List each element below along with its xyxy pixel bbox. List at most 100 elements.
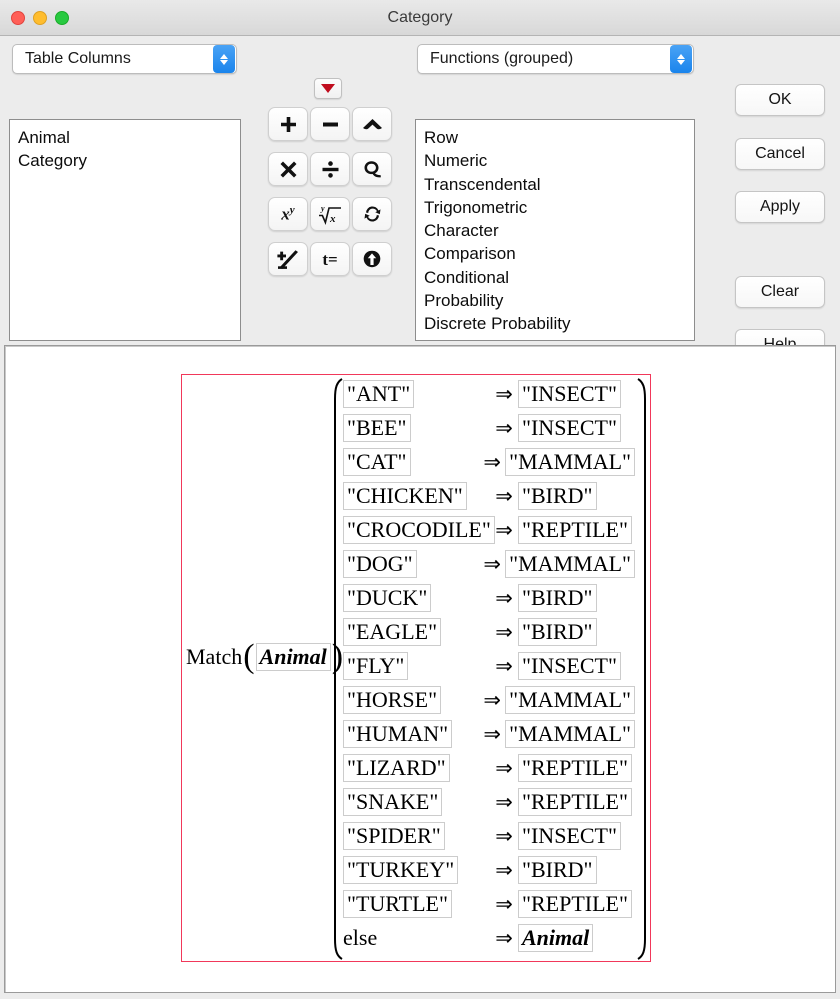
list-item[interactable]: Comparison	[424, 242, 694, 265]
source-popup-menu[interactable]: Table Columns	[12, 44, 237, 74]
condition-token[interactable]: "LIZARD"	[343, 754, 450, 782]
match-row[interactable]: "DUCK" ⇒ "BIRD"	[343, 581, 635, 615]
source-popup-label: Table Columns	[25, 50, 131, 67]
result-token[interactable]: "MAMMAL"	[505, 720, 635, 748]
match-row[interactable]: "SNAKE" ⇒ "REPTILE"	[343, 785, 635, 819]
result-token[interactable]: "INSECT"	[518, 822, 621, 850]
match-row-condition: "HUMAN"	[343, 720, 479, 748]
implies-arrow-icon: ⇒	[483, 551, 501, 576]
match-row[interactable]: "HORSE" ⇒ "MAMMAL"	[343, 683, 635, 717]
match-row-condition: "ANT"	[343, 380, 490, 408]
list-item[interactable]: Animal	[18, 126, 240, 149]
match-argument-token[interactable]: Animal	[255, 643, 331, 671]
match-row[interactable]: "FLY" ⇒ "INSECT"	[343, 649, 635, 683]
plus-minus-icon[interactable]	[268, 242, 308, 276]
list-item[interactable]: Character	[424, 219, 694, 242]
result-token[interactable]: "BIRD"	[518, 482, 597, 510]
match-row-result: "REPTILE"	[518, 788, 632, 816]
condition-token[interactable]: "CROCODILE"	[343, 516, 495, 544]
cancel-button[interactable]: Cancel	[735, 138, 825, 170]
condition-token[interactable]: "FLY"	[343, 652, 409, 680]
result-token[interactable]: "REPTILE"	[518, 754, 632, 782]
match-row[interactable]: "CHICKEN" ⇒ "BIRD"	[343, 479, 635, 513]
condition-token[interactable]: "SNAKE"	[343, 788, 443, 816]
list-item[interactable]: Conditional	[424, 266, 694, 289]
ok-button[interactable]: OK	[735, 84, 825, 116]
condition-token[interactable]: "DOG"	[343, 550, 417, 578]
nth-root-icon[interactable]: y x	[310, 197, 350, 231]
match-row-list: "ANT" ⇒ "INSECT" "BEE" ⇒ "INSECT" "CAT" ⇒ "MAMMA…	[343, 377, 635, 961]
condition-token[interactable]: "BEE"	[343, 414, 411, 442]
result-token[interactable]: "REPTILE"	[518, 516, 632, 544]
result-token[interactable]: "MAMMAL"	[505, 448, 635, 476]
match-row[interactable]: "HUMAN" ⇒ "MAMMAL"	[343, 717, 635, 751]
red-triangle-down-icon[interactable]	[314, 78, 342, 99]
match-row[interactable]: "SPIDER" ⇒ "INSECT"	[343, 819, 635, 853]
condition-token[interactable]: "DUCK"	[343, 584, 432, 612]
lasso-icon[interactable]	[352, 152, 392, 186]
condition-token[interactable]: "CAT"	[343, 448, 411, 476]
condition-token[interactable]: "TURTLE"	[343, 890, 452, 918]
category-formula-window: Category Table Columns Animal Category x…	[0, 0, 840, 999]
list-item[interactable]: Discrete Probability	[424, 312, 694, 335]
functions-group-list[interactable]: Row Numeric Transcendental Trigonometric…	[415, 119, 695, 341]
power-xy-icon[interactable]: xy	[268, 197, 308, 231]
plus-icon[interactable]	[268, 107, 308, 141]
svg-text:x: x	[329, 213, 336, 225]
match-row-result: "REPTILE"	[518, 754, 632, 782]
apply-button[interactable]: Apply	[735, 191, 825, 223]
result-token[interactable]: "INSECT"	[518, 652, 621, 680]
result-token[interactable]: "MAMMAL"	[505, 686, 635, 714]
match-row[interactable]: "TURTLE" ⇒ "REPTILE"	[343, 887, 635, 921]
match-row[interactable]: "EAGLE" ⇒ "BIRD"	[343, 615, 635, 649]
expression-selection-box[interactable]: Match ( Animal ) "ANT" ⇒ "INSECT" "BEE" ⇒ "IN…	[181, 374, 651, 962]
implies-arrow-icon: ⇒	[495, 789, 513, 814]
condition-token[interactable]: "CHICKEN"	[343, 482, 467, 510]
stepper-updown-icon[interactable]	[670, 45, 692, 73]
result-token[interactable]: "BIRD"	[518, 618, 597, 646]
clear-button[interactable]: Clear	[735, 276, 825, 308]
condition-token[interactable]: "SPIDER"	[343, 822, 445, 850]
table-columns-list[interactable]: Animal Category	[9, 119, 241, 341]
minus-icon[interactable]	[310, 107, 350, 141]
insert-arrow-icon[interactable]	[352, 242, 392, 276]
caret-up-icon[interactable]	[352, 107, 392, 141]
list-item[interactable]: Numeric	[424, 149, 694, 172]
result-token[interactable]: "REPTILE"	[518, 788, 632, 816]
list-item[interactable]: Trigonometric	[424, 196, 694, 219]
match-row[interactable]: "CAT" ⇒ "MAMMAL"	[343, 445, 635, 479]
list-item[interactable]: Transcendental	[424, 173, 694, 196]
result-token[interactable]: "BIRD"	[518, 856, 597, 884]
functions-popup-menu[interactable]: Functions (grouped)	[417, 44, 694, 74]
list-item[interactable]: Probability	[424, 289, 694, 312]
stepper-updown-icon[interactable]	[213, 45, 235, 73]
result-token[interactable]: "BIRD"	[518, 584, 597, 612]
result-token[interactable]: "MAMMAL"	[505, 550, 635, 578]
multiply-icon[interactable]	[268, 152, 308, 186]
swap-arrows-icon[interactable]	[352, 197, 392, 231]
condition-token[interactable]: "HORSE"	[343, 686, 442, 714]
match-else-row[interactable]: else ⇒ Animal	[343, 921, 635, 955]
else-result-token[interactable]: Animal	[518, 924, 594, 952]
match-row-condition: "TURTLE"	[343, 890, 490, 918]
match-row[interactable]: "TURKEY" ⇒ "BIRD"	[343, 853, 635, 887]
match-row[interactable]: "DOG" ⇒ "MAMMAL"	[343, 547, 635, 581]
match-row[interactable]: "ANT" ⇒ "INSECT"	[343, 377, 635, 411]
result-token[interactable]: "INSECT"	[518, 380, 621, 408]
match-row[interactable]: "BEE" ⇒ "INSECT"	[343, 411, 635, 445]
result-token[interactable]: "REPTILE"	[518, 890, 632, 918]
list-item[interactable]: Category	[18, 149, 240, 172]
t-equals-icon[interactable]: t=	[310, 242, 350, 276]
condition-token[interactable]: "EAGLE"	[343, 618, 442, 646]
condition-token[interactable]: "HUMAN"	[343, 720, 453, 748]
match-row-result: "BIRD"	[518, 618, 597, 646]
formula-canvas[interactable]: Match ( Animal ) "ANT" ⇒ "INSECT" "BEE" ⇒ "IN…	[4, 345, 836, 993]
match-function-label[interactable]: Match ( Animal )	[186, 640, 344, 674]
result-token[interactable]: "INSECT"	[518, 414, 621, 442]
condition-token[interactable]: "ANT"	[343, 380, 415, 408]
condition-token[interactable]: "TURKEY"	[343, 856, 459, 884]
list-item[interactable]: Row	[424, 126, 694, 149]
divide-icon[interactable]	[310, 152, 350, 186]
match-row[interactable]: "LIZARD" ⇒ "REPTILE"	[343, 751, 635, 785]
match-row[interactable]: "CROCODILE" ⇒ "REPTILE"	[343, 513, 635, 547]
